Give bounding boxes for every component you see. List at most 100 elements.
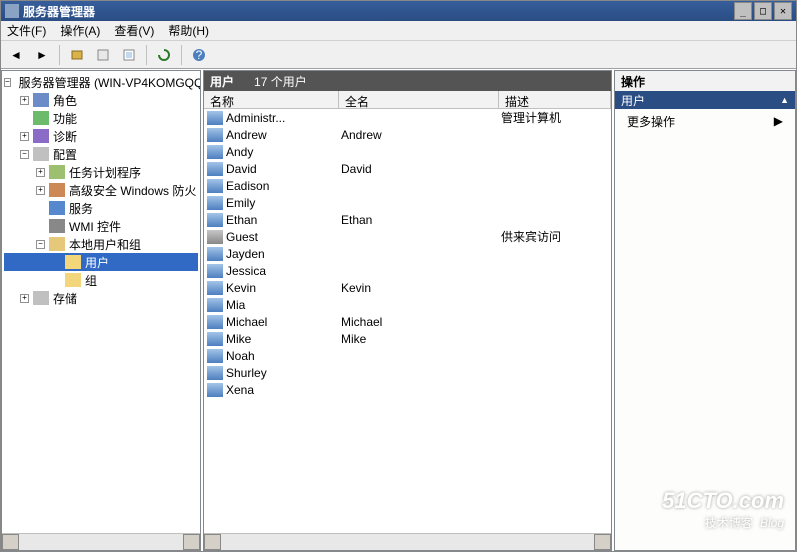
table-row[interactable]: Jayden [204,245,611,262]
user-icon [207,332,223,346]
add-icon[interactable] [66,44,88,66]
tree-roles[interactable]: +角色 [4,91,198,109]
table-row[interactable]: Administr...管理计算机 [204,109,611,126]
scroll-left-button[interactable] [2,534,19,550]
table-row[interactable]: MichaelMichael [204,313,611,330]
tree-task-scheduler[interactable]: +任务计划程序 [4,163,198,181]
expand-icon[interactable]: + [36,168,45,177]
tree-users[interactable]: 用户 [4,253,198,271]
table-row[interactable]: Xena [204,381,611,398]
separator [181,45,182,65]
toolbar-icon-2[interactable] [92,44,114,66]
tree-label: 高级安全 Windows 防火 [69,182,196,199]
col-header-full[interactable]: 全名 [339,91,499,108]
chevron-up-icon: ▲ [780,95,789,105]
collapse-icon[interactable]: − [36,240,45,249]
expand-icon[interactable]: + [20,294,29,303]
list-header-count: 17 个用户 [254,73,307,90]
expand-icon[interactable]: + [20,132,29,141]
table-row[interactable]: AndrewAndrew [204,126,611,143]
tree-body[interactable]: −服务器管理器 (WIN-VP4KOMGQQ9 +角色 功能 +诊断 −配置 +… [2,71,200,533]
cell-name: Guest [226,230,341,244]
help-icon[interactable]: ? [188,44,210,66]
table-row[interactable]: EthanEthan [204,211,611,228]
table-row[interactable]: DavidDavid [204,160,611,177]
scroll-left-button[interactable] [204,534,221,550]
menu-action[interactable]: 操作(A) [60,22,100,39]
window-titlebar: 服务器管理器 _ □ ✕ [1,1,796,21]
list-body[interactable]: Administr...管理计算机AndrewAndrewAndyDavidDa… [204,109,611,533]
tree-label: 服务 [69,200,93,217]
firewall-icon [49,183,65,197]
minimize-button[interactable]: _ [734,2,752,20]
services-icon [49,201,65,215]
scroll-right-button[interactable] [594,534,611,550]
actions-selected[interactable]: 用户 ▲ [615,91,795,109]
tree-services[interactable]: 服务 [4,199,198,217]
table-row[interactable]: Noah [204,347,611,364]
scroll-track[interactable] [19,534,183,550]
table-row[interactable]: Andy [204,143,611,160]
user-icon [207,264,223,278]
table-row[interactable]: Shurley [204,364,611,381]
list-hscrollbar[interactable] [204,533,611,550]
table-row[interactable]: Emily [204,194,611,211]
col-header-name[interactable]: 名称 [204,91,339,108]
cell-desc: 管理计算机 [501,109,611,126]
tree-features[interactable]: 功能 [4,109,198,127]
cell-fullname: Michael [341,315,501,329]
localug-icon [49,237,65,251]
user-icon [207,315,223,329]
tree-wmi[interactable]: WMI 控件 [4,217,198,235]
menu-help[interactable]: 帮助(H) [168,22,209,39]
collapse-icon[interactable]: − [20,150,29,159]
close-button[interactable]: ✕ [774,2,792,20]
table-row[interactable]: KevinKevin [204,279,611,296]
tree-storage[interactable]: +存储 [4,289,198,307]
role-icon [33,93,49,107]
tree-local-users-groups[interactable]: −本地用户和组 [4,235,198,253]
cell-fullname: David [341,162,501,176]
user-icon [207,196,223,210]
cell-fullname: Ethan [341,213,501,227]
table-row[interactable]: Mia [204,296,611,313]
task-icon [49,165,65,179]
table-row[interactable]: Eadison [204,177,611,194]
storage-icon [33,291,49,305]
list-header-title: 用户 [210,73,234,90]
refresh-icon[interactable] [153,44,175,66]
user-icon [207,281,223,295]
col-header-desc[interactable]: 描述 [499,91,611,108]
actions-more[interactable]: 更多操作 ▶ [615,109,795,133]
collapse-icon[interactable]: − [4,78,11,87]
tree-label: 用户 [85,254,109,271]
tree-label: 服务器管理器 (WIN-VP4KOMGQQ9 [19,74,200,91]
cell-name: Xena [226,383,341,397]
toolbar: ◄ ► ? [1,41,796,69]
tree-label: 组 [85,272,97,289]
tree-groups[interactable]: 组 [4,271,198,289]
forward-icon[interactable]: ► [31,44,53,66]
tree-config[interactable]: −配置 [4,145,198,163]
expand-icon[interactable]: + [36,186,45,195]
table-row[interactable]: Guest供来宾访问 [204,228,611,245]
user-icon [207,383,223,397]
tree-label: WMI 控件 [69,218,121,235]
tree-firewall[interactable]: + 高级安全 Windows 防火 [4,181,198,199]
tree-hscrollbar[interactable] [2,533,200,550]
expand-icon[interactable]: + [20,96,29,105]
table-row[interactable]: Jessica [204,262,611,279]
menu-file[interactable]: 文件(F) [7,22,46,39]
user-icon [207,162,223,176]
scroll-right-button[interactable] [183,534,200,550]
tree-diagnostics[interactable]: +诊断 [4,127,198,145]
scroll-track[interactable] [221,534,594,550]
back-icon[interactable]: ◄ [5,44,27,66]
menu-view[interactable]: 查看(V) [114,22,154,39]
maximize-button[interactable]: □ [754,2,772,20]
tree-root[interactable]: −服务器管理器 (WIN-VP4KOMGQQ9 [4,73,198,91]
table-row[interactable]: MikeMike [204,330,611,347]
toolbar-icon-3[interactable] [118,44,140,66]
cell-name: Emily [226,196,341,210]
user-icon [207,128,223,142]
